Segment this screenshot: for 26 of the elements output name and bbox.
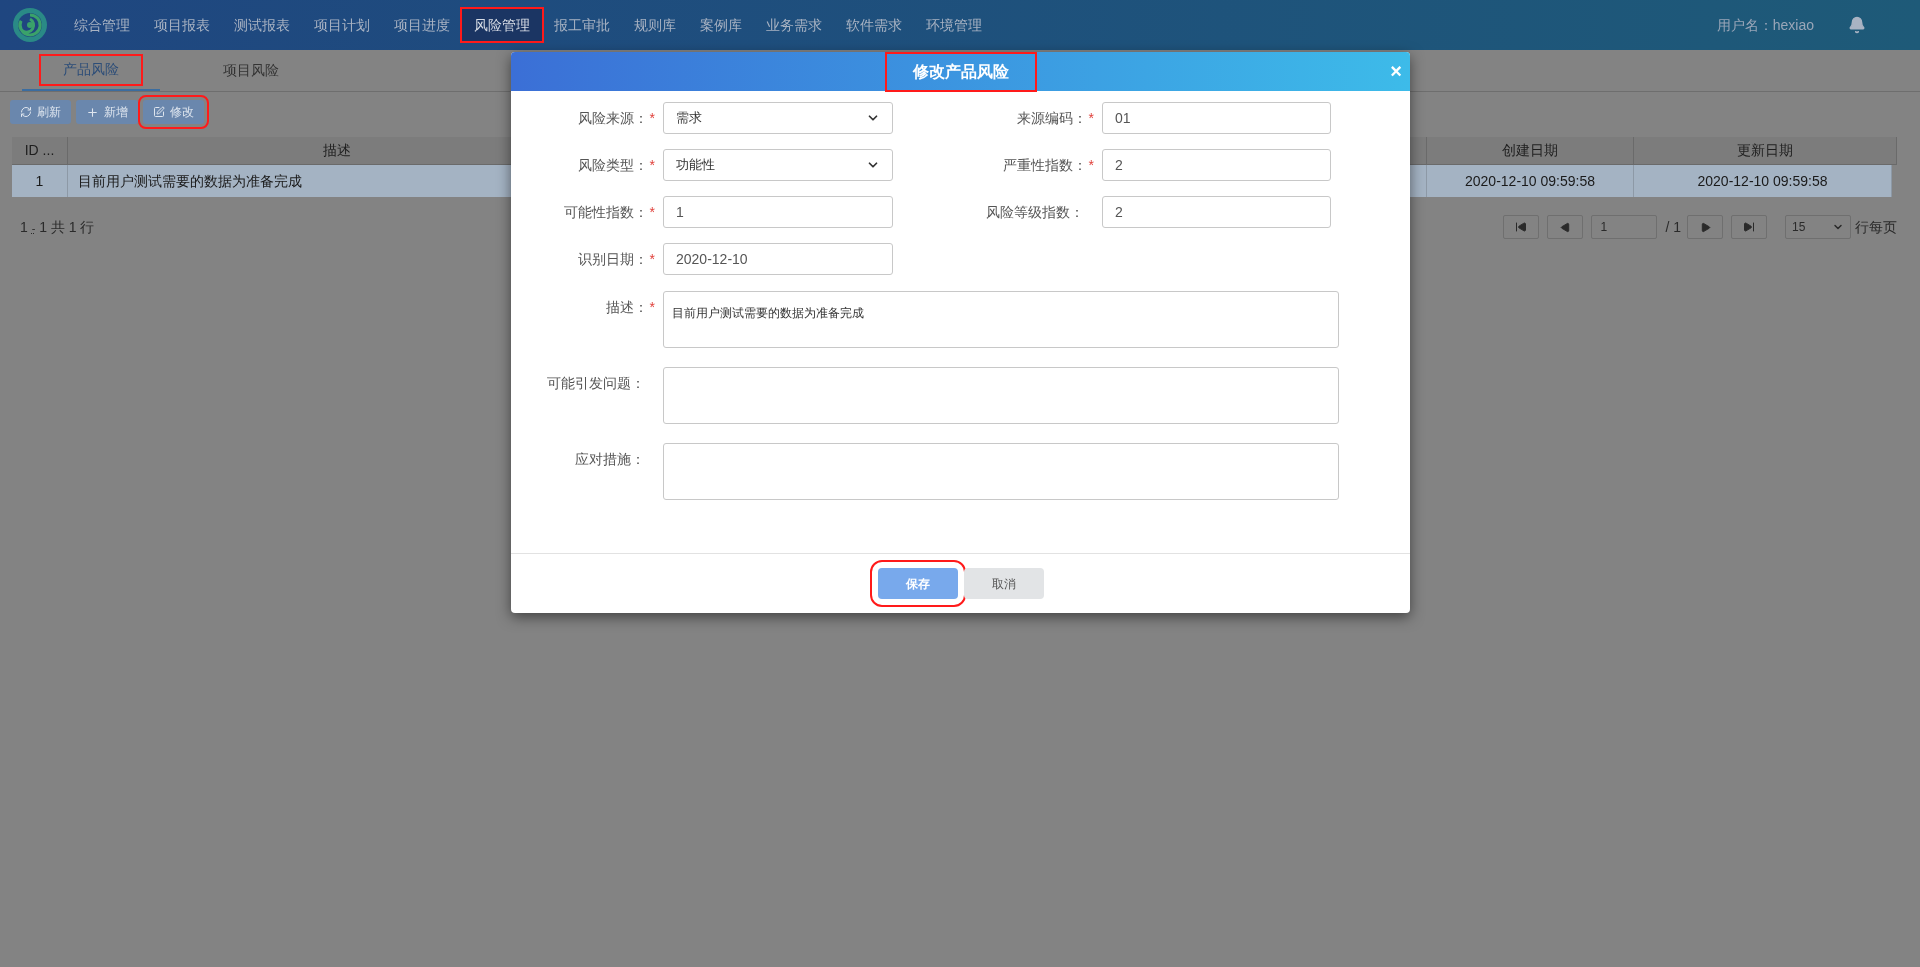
username-label: 用户名：hexiao — [1716, 15, 1814, 35]
page-size-label: 行每页 — [1855, 217, 1897, 237]
field-label: 应对措施： — [575, 450, 645, 469]
field-label: 风险来源： — [577, 108, 648, 128]
field-label: 可能引发问题： — [547, 374, 645, 393]
table-cell-text: 2020-12-10 09:59:58 — [1697, 171, 1828, 191]
required-mark: * — [649, 298, 655, 317]
required-mark: * — [649, 155, 655, 175]
field-label: 来源编码： — [1016, 108, 1087, 128]
field-label: 风险等级指数： — [986, 202, 1084, 222]
required-mark: * — [649, 108, 655, 128]
required-mark: * — [1088, 155, 1094, 175]
table-cell-text: 1 — [35, 171, 44, 191]
required-mark: * — [649, 249, 655, 269]
required-mark: * — [649, 202, 655, 222]
dialog-title: 修改产品风险 — [886, 53, 1035, 90]
field-label: 可能性指数： — [563, 202, 648, 222]
table-cell-text: 2020-12-10 09:59:58 — [1465, 171, 1595, 191]
table-cell-text: 目前用户测试需要的数据为准备完成 — [78, 171, 302, 191]
field-label: 严重性指数： — [1002, 155, 1087, 175]
page-total: / 1 — [1665, 217, 1681, 237]
field-label: 风险类型： — [577, 155, 648, 175]
required-mark: * — [1088, 108, 1094, 128]
field-label: 识别日期： — [577, 249, 648, 269]
field-label: 描述： — [605, 298, 648, 317]
pagination-summary: 1 - 1 共 1 行 — [20, 217, 95, 237]
